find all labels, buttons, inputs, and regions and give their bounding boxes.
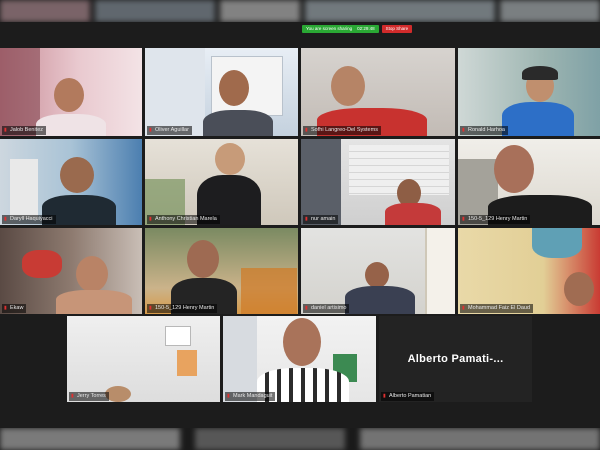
participant-tile-camera-off[interactable]: Alberto Pamati-... ▮ Alberto Pamatian: [379, 316, 532, 402]
participant-name-label: ▮ Mohammad Faiz El Daud: [460, 304, 534, 313]
participant-name-label: ▮ Ronald Harhoa: [460, 126, 508, 135]
participant-name-label: ▮ Mark Mandaguit: [225, 392, 276, 401]
muted-mic-icon: ▮: [462, 305, 465, 311]
participant-name-label: ▮ Jerry Torres: [69, 392, 109, 401]
camera-off-name-display: Alberto Pamati-...: [407, 353, 504, 365]
muted-mic-icon: ▮: [462, 127, 465, 133]
participant-tile[interactable]: ▮ Ekaw: [0, 228, 142, 314]
participant-tile[interactable]: ▮ 150-5_129 Henry Martin: [145, 228, 298, 314]
participant-name-label: ▮ Oliver Aguillar: [147, 126, 192, 135]
muted-mic-icon: ▮: [71, 393, 74, 399]
stop-share-button[interactable]: Stop Share: [381, 24, 413, 33]
muted-mic-icon: ▮: [149, 216, 152, 222]
participant-tile-active-speaker[interactable]: ▮ Sofhi Langreo-Del Systems: [301, 48, 455, 136]
muted-mic-icon: ▮: [305, 305, 308, 311]
muted-mic-icon: ▮: [462, 216, 465, 222]
muted-mic-icon: ▮: [227, 393, 230, 399]
participant-name-label: ▮ Ekaw: [2, 304, 27, 313]
participant-tile[interactable]: ▮ Oliver Aguillar: [145, 48, 298, 136]
muted-mic-icon: ▮: [305, 216, 308, 222]
participant-tile[interactable]: ▮ Jalob Benitez: [0, 48, 142, 136]
share-timer: 02:29:48: [357, 25, 375, 31]
participant-name-label: ▮ 150-5_129 Henry Martin: [460, 215, 531, 224]
participant-tile[interactable]: ▮ nur amain: [301, 139, 455, 225]
participant-name-label: ▮ Daryll Haquiyacci: [2, 215, 56, 224]
participant-name-label: ▮ Alberto Pamatian: [381, 392, 435, 401]
background-blur-top: [0, 0, 600, 22]
muted-mic-icon: ▮: [149, 127, 152, 133]
muted-mic-icon: ▮: [4, 305, 7, 311]
muted-mic-icon: ▮: [4, 216, 7, 222]
participant-tile[interactable]: ▮ 150-5_129 Henry Martin: [458, 139, 600, 225]
participant-name-label: ▮ daniel artisimo: [303, 304, 350, 313]
participant-tile[interactable]: ▮ Mohammad Faiz El Daud: [458, 228, 600, 314]
background-blur-bottom: [0, 428, 600, 450]
participant-tile[interactable]: ▮ Jerry Torres: [67, 316, 220, 402]
share-status-text: You are screen sharing: [306, 25, 353, 31]
screen-share-status[interactable]: You are screen sharing 02:29:48: [302, 24, 379, 33]
participant-name-label: ▮ 150-5_129 Henry Martin: [147, 304, 218, 313]
participant-name-label: ▮ nur amain: [303, 215, 339, 224]
screen-share-toolbar: You are screen sharing 02:29:48 Stop Sha…: [302, 24, 413, 33]
participant-name-label: ▮ Sofhi Langreo-Del Systems: [303, 126, 381, 135]
muted-mic-icon: ▮: [305, 127, 308, 133]
participant-tile[interactable]: ▮ daniel artisimo: [301, 228, 455, 314]
participant-name-label: ▮ Anthony Christian Marela: [147, 215, 220, 224]
participant-name-label: ▮ Jalob Benitez: [2, 126, 47, 135]
muted-mic-icon: ▮: [4, 127, 7, 133]
participant-tile[interactable]: ▮ Mark Mandaguit: [223, 316, 376, 402]
participant-tile[interactable]: ▮ Anthony Christian Marela: [145, 139, 298, 225]
muted-mic-icon: ▮: [383, 393, 386, 399]
participant-tile[interactable]: ▮ Daryll Haquiyacci: [0, 139, 142, 225]
participant-tile[interactable]: ▮ Ronald Harhoa: [458, 48, 600, 136]
muted-mic-icon: ▮: [149, 305, 152, 311]
